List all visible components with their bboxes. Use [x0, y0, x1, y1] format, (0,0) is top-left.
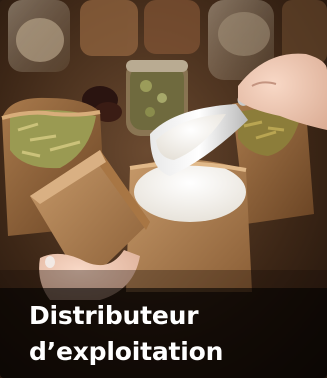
card-title: Distributeur d’exploitation: [29, 298, 223, 370]
card-title-line-1: Distributeur: [29, 301, 199, 330]
card-title-line-2: d’exploitation: [29, 337, 224, 366]
category-card[interactable]: Distributeur d’exploitation: [0, 0, 327, 378]
